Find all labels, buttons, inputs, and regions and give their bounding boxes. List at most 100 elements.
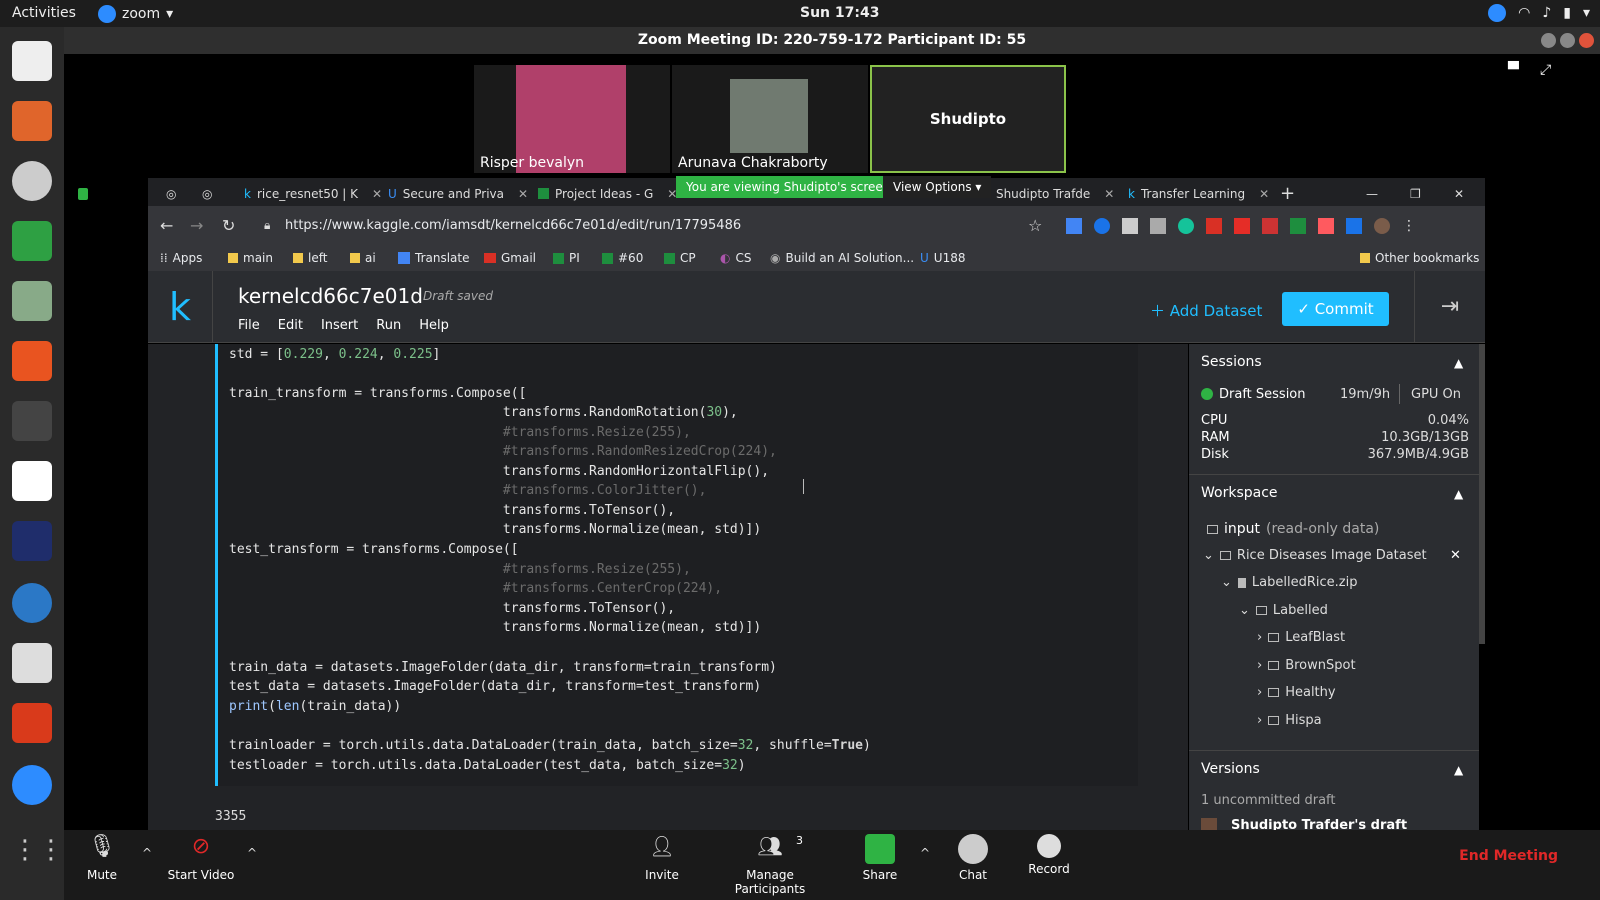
close-tab-icon[interactable]: ✕ xyxy=(372,187,382,201)
video-editor-icon[interactable] xyxy=(12,401,52,441)
chevron-up-icon[interactable]: ▲ xyxy=(1454,487,1463,501)
spreadsheet-app-icon[interactable] xyxy=(12,221,52,261)
speaker-app-icon[interactable] xyxy=(12,161,52,201)
chevron-up-icon[interactable]: ▲ xyxy=(1454,763,1463,777)
pinned-tab[interactable]: ◎ xyxy=(202,181,212,206)
end-meeting-button[interactable]: End Meeting xyxy=(1459,848,1558,864)
zoom-tray-icon[interactable] xyxy=(1488,4,1507,22)
extension-icon[interactable] xyxy=(1262,218,1278,234)
other-bookmarks[interactable]: Other bookmarks xyxy=(1360,251,1479,265)
tab-project-ideas[interactable]: Project Ideas - G ✕ xyxy=(538,181,677,206)
chevron-up-icon[interactable]: ^ xyxy=(142,846,152,860)
amazon-icon[interactable] xyxy=(12,461,52,501)
extension-icon[interactable] xyxy=(1318,218,1334,234)
app-grid-icon[interactable]: ⋮⋮ xyxy=(12,835,64,875)
chevron-up-icon[interactable]: ▲ xyxy=(1454,356,1463,370)
video-tile-risper[interactable]: Risper bevalyn xyxy=(474,65,670,173)
workspace-header[interactable]: Workspace xyxy=(1201,485,1278,501)
presentation-app-icon[interactable] xyxy=(12,101,52,141)
folder-brownspot[interactable]: › BrownSpot xyxy=(1257,658,1356,673)
close-window-icon[interactable]: ✕ xyxy=(1454,181,1464,206)
sessions-header[interactable]: Sessions xyxy=(1201,354,1262,370)
translate-extension-icon[interactable] xyxy=(1066,218,1082,234)
extension-icon[interactable] xyxy=(1150,218,1166,234)
kernel-title[interactable]: kernelcd66c7e01d xyxy=(238,284,423,308)
volume-icon[interactable]: ♪ xyxy=(1542,5,1551,21)
app-icon[interactable] xyxy=(12,703,52,743)
kaggle-logo[interactable]: k xyxy=(148,271,213,343)
labelled-folder[interactable]: ⌄ Labelled xyxy=(1239,603,1328,618)
url-field[interactable]: https://www.kaggle.com/iamsdt/kernelcd66… xyxy=(285,218,741,233)
intellij-icon[interactable] xyxy=(12,521,52,561)
commit-button[interactable]: ✓ Commit xyxy=(1282,292,1389,326)
pinned-tab[interactable]: ◎ xyxy=(166,181,176,206)
bookmark-ai[interactable]: ai xyxy=(350,251,376,265)
tab-transfer-learning[interactable]: k Transfer Learning ✕ xyxy=(1128,181,1269,206)
reload-icon[interactable]: ↻ xyxy=(222,216,235,235)
camera-extension-icon[interactable] xyxy=(1122,218,1138,234)
software-center-icon[interactable] xyxy=(12,341,52,381)
clock[interactable]: Sun 17:43 xyxy=(800,5,879,21)
system-tray[interactable]: ◠ ♪ ▮ ▾ xyxy=(1488,4,1590,22)
add-dataset-button[interactable]: ＋ Add Dataset xyxy=(1150,300,1262,321)
bookmark-main[interactable]: main xyxy=(228,251,273,265)
video-tile-shudipto[interactable]: Shudipto xyxy=(870,65,1066,173)
tab-shudipto[interactable]: k Shudipto Trafde ✕ xyxy=(983,181,1114,206)
record-button[interactable]: Record xyxy=(1027,834,1071,876)
chat-button[interactable]: Chat xyxy=(957,834,989,882)
restore-window-icon[interactable]: ❐ xyxy=(1410,181,1421,206)
close-tab-icon[interactable]: ✕ xyxy=(1104,187,1114,201)
folder-hispa[interactable]: › Hispa xyxy=(1257,713,1322,728)
bookmark-cp[interactable]: CP xyxy=(664,251,696,265)
extension-icon[interactable] xyxy=(1234,218,1250,234)
tab-rice-resnet[interactable]: k rice_resnet50 | K ✕ xyxy=(244,181,382,206)
shield-extension-icon[interactable] xyxy=(1290,218,1306,234)
app-menu[interactable]: zoom ▾ xyxy=(98,5,173,23)
new-tab-button[interactable]: + xyxy=(1280,181,1295,206)
bookmark-translate[interactable]: Translate xyxy=(398,251,470,265)
bookmark-left[interactable]: left xyxy=(293,251,327,265)
fullscreen-icon[interactable]: ⤢ xyxy=(1540,62,1551,78)
bookmark-cs[interactable]: ◐ CS xyxy=(720,251,751,265)
chevron-down-icon[interactable]: ▾ xyxy=(1583,5,1590,21)
back-icon[interactable]: ← xyxy=(160,216,173,235)
close-tab-icon[interactable]: ✕ xyxy=(1259,187,1269,201)
zoom-dock-icon[interactable] xyxy=(12,765,52,805)
bookmark-u188[interactable]: U U188 xyxy=(920,251,965,265)
folder-healthy[interactable]: › Healthy xyxy=(1257,685,1336,700)
battery-icon[interactable]: ▮ xyxy=(1563,5,1571,21)
mail-app-icon[interactable] xyxy=(12,41,52,81)
mute-button[interactable]: 🎙︎ Mute xyxy=(82,834,122,882)
manage-participants-button[interactable]: 👥︎ Manage Participants xyxy=(710,834,830,896)
close-tab-icon[interactable]: ✕ xyxy=(518,187,528,201)
maximize-button[interactable] xyxy=(1560,33,1575,48)
extension-icon[interactable] xyxy=(1206,218,1222,234)
close-button[interactable] xyxy=(1579,33,1594,48)
minimize-button[interactable] xyxy=(1541,33,1556,48)
bookmark-60[interactable]: #60 xyxy=(602,251,643,265)
help-icon[interactable] xyxy=(12,583,52,623)
bookmark-star-icon[interactable]: ☆ xyxy=(1028,216,1042,235)
bookmark-apps[interactable]: ⁞⁞ Apps xyxy=(160,251,202,265)
profile-avatar[interactable] xyxy=(1374,218,1390,234)
menu-help[interactable]: Help xyxy=(419,318,449,333)
bookmark-build-ai[interactable]: ◉ Build an AI Solution... xyxy=(770,251,914,265)
menu-run[interactable]: Run xyxy=(376,318,401,333)
dataset-item[interactable]: ⌄ Rice Diseases Image Dataset xyxy=(1203,548,1427,563)
image-viewer-icon[interactable] xyxy=(12,281,52,321)
folder-leafblast[interactable]: › LeafBlast xyxy=(1257,630,1345,645)
wifi-icon[interactable]: ◠ xyxy=(1518,5,1530,21)
share-button[interactable]: Share xyxy=(860,834,900,882)
zip-item[interactable]: ⌄ LabelledRice.zip xyxy=(1221,575,1357,590)
extension-icon[interactable] xyxy=(1094,218,1110,234)
menu-edit[interactable]: Edit xyxy=(278,318,303,333)
video-tile-arunava[interactable]: Arunava Chakraborty xyxy=(672,65,868,173)
chevron-up-icon[interactable]: ^ xyxy=(920,846,930,860)
layout-icon[interactable]: ▀ xyxy=(1508,62,1519,78)
menu-file[interactable]: File xyxy=(238,318,260,333)
chevron-up-icon[interactable]: ^ xyxy=(247,846,257,860)
download-extension-icon[interactable] xyxy=(1346,218,1362,234)
forward-icon[interactable]: → xyxy=(190,216,203,235)
remove-dataset-icon[interactable]: ✕ xyxy=(1450,548,1461,563)
start-video-button[interactable]: ⊘ Start Video xyxy=(164,834,238,882)
